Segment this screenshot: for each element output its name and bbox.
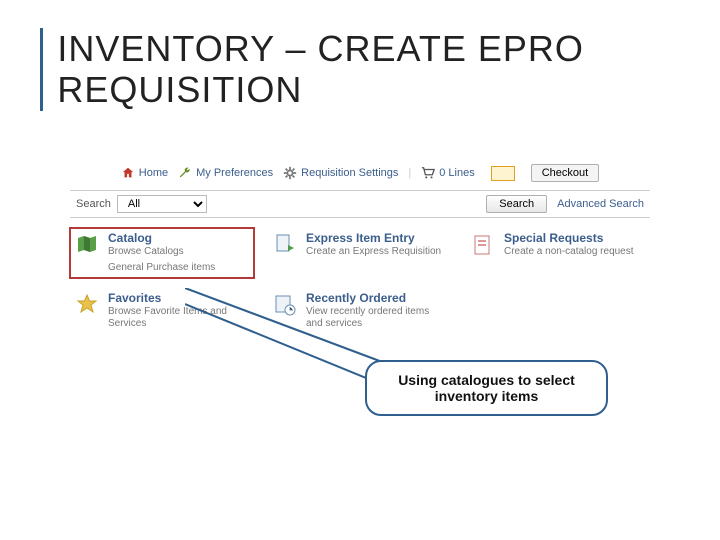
nav-prefs-label: My Preferences [196, 167, 273, 179]
tile-express-sub: Create an Express Requisition [306, 246, 441, 258]
callout-text: Using catalogues to select inventory ite… [398, 372, 575, 404]
star-icon [74, 292, 100, 318]
tile-favorites[interactable]: Favorites Browse Favorite Items and Serv… [70, 288, 254, 334]
cart-icon [421, 166, 435, 180]
nav-home-label: Home [139, 167, 168, 179]
nav-reqset-label: Requisition Settings [301, 167, 398, 179]
tile-recent-title: Recently Ordered [306, 292, 448, 305]
tile-catalog[interactable]: Catalog Browse Catalogs General Purchase… [70, 228, 254, 278]
nav-separator: | [408, 167, 411, 179]
express-icon [272, 232, 298, 258]
tile-catalog-sub: Browse Catalogs [108, 246, 215, 258]
nav-cart[interactable]: 0 Lines [421, 166, 474, 180]
title-accent-bar [40, 28, 43, 111]
nav-home[interactable]: Home [121, 166, 168, 180]
home-icon [121, 166, 135, 180]
top-nav: Home My Preferences Requisition Settings… [70, 160, 650, 190]
checkout-button[interactable]: Checkout [531, 164, 599, 182]
callout-box: Using catalogues to select inventory ite… [365, 360, 608, 416]
nav-cart-label: 0 Lines [439, 167, 474, 179]
title-block: INVENTORY – CREATE EPRO REQUISITION [40, 28, 720, 111]
catalog-icon [74, 232, 100, 258]
tile-recent[interactable]: Recently Ordered View recently ordered i… [268, 288, 452, 334]
tile-recent-sub: View recently ordered items and services [306, 306, 448, 330]
tile-fav-sub: Browse Favorite Items and Services [108, 306, 250, 330]
tile-special[interactable]: Special Requests Create a non-catalog re… [466, 228, 650, 278]
search-button[interactable]: Search [486, 195, 547, 213]
search-scope-select[interactable]: All [117, 195, 207, 213]
search-label: Search [76, 198, 111, 210]
cart-summary-box [491, 166, 515, 181]
nav-reqset[interactable]: Requisition Settings [283, 166, 398, 180]
wrench-icon [178, 166, 192, 180]
tiles-grid: Catalog Browse Catalogs General Purchase… [70, 228, 650, 334]
tile-catalog-title: Catalog [108, 232, 215, 245]
advanced-search-link[interactable]: Advanced Search [557, 198, 644, 210]
special-icon [470, 232, 496, 258]
nav-prefs[interactable]: My Preferences [178, 166, 273, 180]
search-input[interactable] [213, 196, 480, 212]
epro-app-screenshot: Home My Preferences Requisition Settings… [70, 160, 650, 334]
tile-special-sub: Create a non-catalog request [504, 246, 634, 258]
tile-express[interactable]: Express Item Entry Create an Express Req… [268, 228, 452, 278]
tile-special-title: Special Requests [504, 232, 634, 245]
tile-fav-title: Favorites [108, 292, 250, 305]
page-title: INVENTORY – CREATE EPRO REQUISITION [57, 28, 720, 111]
tile-express-title: Express Item Entry [306, 232, 441, 245]
tile-catalog-extra: General Purchase items [108, 262, 215, 274]
recent-icon [272, 292, 298, 318]
gear-icon [283, 166, 297, 180]
search-bar: Search All Search Advanced Search [70, 190, 650, 218]
